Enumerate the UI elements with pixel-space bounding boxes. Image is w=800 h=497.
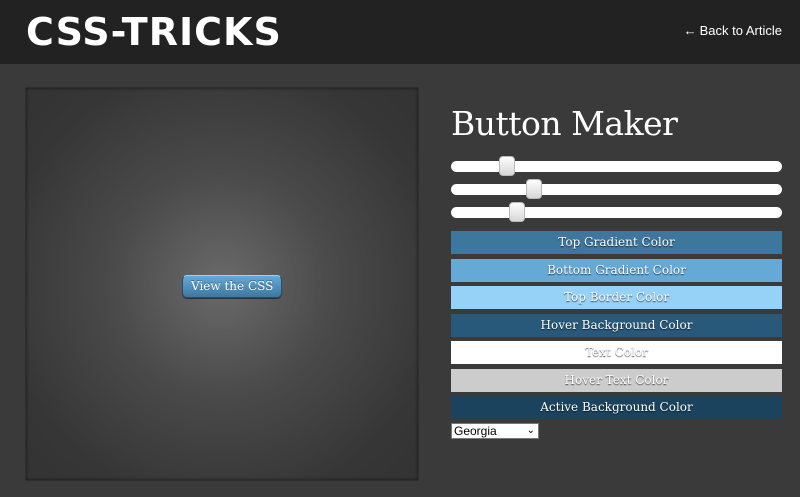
view-css-button[interactable]: View the CSS bbox=[182, 275, 283, 298]
slider-1[interactable] bbox=[451, 156, 782, 176]
top-gradient-color-button[interactable]: Top Gradient Color bbox=[451, 231, 782, 254]
active-background-color-button[interactable]: Active Background Color bbox=[451, 396, 782, 419]
bottom-gradient-color-button[interactable]: Bottom Gradient Color bbox=[451, 259, 782, 282]
slider-1-thumb[interactable] bbox=[499, 156, 516, 176]
back-to-article-link[interactable]: ← Back to Article bbox=[684, 22, 782, 40]
back-link-label: Back to Article bbox=[699, 23, 782, 38]
slider-2-thumb[interactable] bbox=[525, 179, 542, 199]
site-logo[interactable]: CSS-TRICKS bbox=[26, 10, 282, 54]
button-preview-area: View the CSS bbox=[25, 87, 419, 481]
slider-2[interactable] bbox=[451, 179, 782, 199]
hover-background-color-button[interactable]: Hover Background Color bbox=[451, 314, 782, 337]
font-family-select[interactable]: Georgia ⌄ bbox=[451, 423, 539, 439]
slider-3-thumb[interactable] bbox=[509, 202, 526, 222]
text-color-button[interactable]: Text Color bbox=[451, 341, 782, 364]
slider-3[interactable] bbox=[451, 202, 782, 222]
hover-text-color-button[interactable]: Hover Text Color bbox=[451, 369, 782, 392]
font-select-value: Georgia bbox=[454, 424, 497, 438]
chevron-down-icon: ⌄ bbox=[526, 425, 535, 436]
site-header: CSS-TRICKS ← Back to Article bbox=[0, 0, 800, 64]
page-title: Button Maker bbox=[451, 104, 678, 143]
top-border-color-button[interactable]: Top Border Color bbox=[451, 286, 782, 309]
left-arrow-icon: ← bbox=[683, 23, 697, 38]
